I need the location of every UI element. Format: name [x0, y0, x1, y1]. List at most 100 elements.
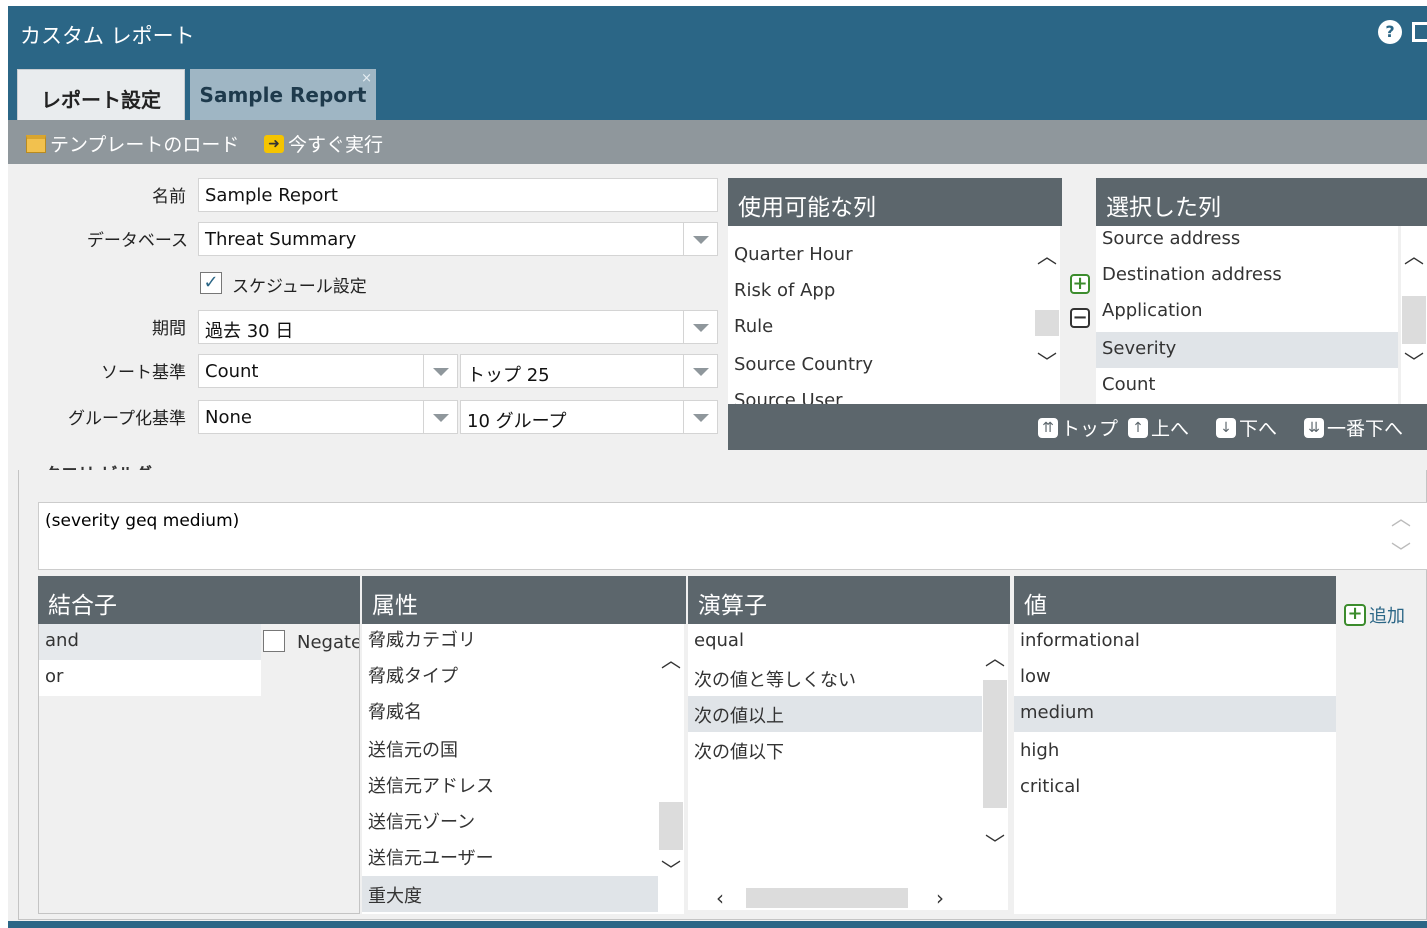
list-item[interactable]: Application	[1096, 294, 1398, 330]
group-select[interactable]: None	[198, 400, 424, 434]
list-item[interactable]: 脅威タイプ	[362, 656, 658, 692]
chevron-down-icon[interactable]: ﹀	[1037, 352, 1057, 372]
list-item[interactable]: 送信元アドレス	[362, 766, 658, 802]
list-item[interactable]: Risk of App	[728, 274, 841, 310]
negate-label: Negate	[297, 632, 360, 653]
sort-select[interactable]: Count	[198, 354, 424, 388]
list-item[interactable]: 次の値と等しくない	[688, 660, 982, 696]
list-item-selected[interactable]: 重大度	[362, 876, 658, 912]
value-list[interactable]: informational low medium high critical	[1014, 624, 1336, 914]
list-item-selected[interactable]: Severity	[1096, 332, 1398, 368]
database-select[interactable]: Threat Summary	[198, 222, 684, 256]
selected-columns-scrollbar[interactable]: ︿ ﹀	[1401, 226, 1427, 404]
maximize-icon[interactable]	[1412, 22, 1427, 42]
move-up-icon: ↑	[1128, 417, 1148, 438]
list-item-selected[interactable]: 次の値以上	[688, 696, 982, 732]
close-icon[interactable]: ×	[361, 71, 372, 86]
chevron-right-icon[interactable]: ›	[936, 886, 944, 910]
list-item[interactable]: or	[39, 660, 261, 696]
add-button[interactable]: + 追加	[1344, 602, 1405, 628]
scroll-thumb[interactable]	[983, 680, 1007, 808]
operator-scrollbar[interactable]: ︿ ﹀	[982, 624, 1008, 884]
chevron-down-icon[interactable]: ﹀	[985, 834, 1005, 854]
attribute-scrollbar[interactable]: ︿ ﹀	[658, 624, 684, 914]
scroll-thumb[interactable]	[1402, 296, 1426, 344]
move-top-button[interactable]: ⇈ トップ	[1038, 414, 1118, 441]
chevron-down-icon[interactable]: ﹀	[661, 860, 681, 880]
list-item-selected[interactable]: and	[39, 624, 261, 660]
list-item[interactable]: Source address	[1096, 226, 1398, 258]
chevron-up-icon[interactable]: ︿	[1037, 246, 1057, 266]
chevron-down-icon[interactable]	[684, 222, 718, 256]
chevron-down-icon[interactable]	[684, 354, 718, 388]
query-scrollbar[interactable]: ︿ ﹀	[1388, 504, 1414, 568]
name-input[interactable]: Sample Report	[198, 178, 718, 212]
schedule-label: スケジュール設定	[232, 277, 367, 297]
chevron-up-icon[interactable]: ︿	[1404, 246, 1424, 266]
toolbar: テンプレートのロード ➜ 今すぐ実行	[8, 120, 1427, 164]
move-down-icon: ↓	[1216, 417, 1236, 438]
scroll-thumb[interactable]	[1035, 310, 1059, 336]
list-item[interactable]: 送信元ゾーン	[362, 802, 658, 838]
load-template-button[interactable]: テンプレートのロード	[26, 130, 239, 157]
run-now-button[interactable]: ➜ 今すぐ実行	[264, 130, 383, 157]
list-item[interactable]: Quarter Hour	[728, 238, 859, 274]
folder-icon	[26, 134, 46, 153]
list-item[interactable]: 脅威名	[362, 692, 658, 728]
list-item[interactable]: 次の値以下	[688, 732, 982, 768]
group-count-select[interactable]: 10 グループ	[460, 400, 684, 434]
negate-checkbox[interactable]	[263, 630, 285, 652]
scroll-thumb[interactable]	[746, 888, 908, 908]
form-area: 名前 Sample Report データベース Threat Summary ✓…	[8, 164, 1427, 928]
list-item[interactable]: 送信元ユーザー	[362, 838, 658, 874]
name-label: 名前	[152, 187, 186, 207]
chevron-up-icon[interactable]: ︿	[661, 650, 681, 670]
chevron-down-icon[interactable]: ﹀	[1391, 542, 1411, 562]
list-item[interactable]: low	[1014, 660, 1336, 696]
list-item-selected[interactable]: medium	[1014, 696, 1336, 732]
operator-hscrollbar[interactable]: ‹ ›	[688, 884, 1008, 910]
chevron-down-icon[interactable]	[684, 400, 718, 434]
chevron-up-icon[interactable]: ︿	[985, 648, 1005, 668]
chevron-down-icon[interactable]	[424, 354, 458, 388]
report-settings-panel: テンプレートのロード ➜ 今すぐ実行 名前 Sample Report データベ…	[8, 120, 1427, 928]
list-item[interactable]: Rule	[728, 310, 779, 346]
operator-list[interactable]: equal 次の値と等しくない 次の値以上 次の値以下	[688, 624, 982, 884]
chevron-down-icon[interactable]: ﹀	[1404, 352, 1424, 372]
list-item[interactable]: Source Country	[728, 348, 879, 384]
title-bar: カスタム レポート ?	[8, 6, 1427, 64]
connector-list[interactable]: and or Negate	[38, 624, 360, 914]
chevron-up-icon[interactable]: ︿	[1391, 508, 1411, 528]
schedule-checkbox[interactable]: ✓	[200, 272, 222, 294]
attribute-list[interactable]: 脅威カテゴリ 脅威タイプ 脅威名 送信元の国 送信元アドレス 送信元ゾーン 送信…	[362, 624, 658, 914]
help-icon[interactable]: ?	[1378, 20, 1402, 44]
list-item[interactable]: informational	[1014, 624, 1336, 660]
list-item[interactable]: Source User	[728, 384, 849, 404]
period-select[interactable]: 過去 30 日	[198, 310, 684, 344]
scroll-thumb[interactable]	[659, 802, 683, 850]
list-item[interactable]: critical	[1014, 770, 1336, 806]
available-columns-list[interactable]: Quarter Hour Risk of App Rule Source Cou…	[728, 226, 1034, 404]
list-item[interactable]: high	[1014, 734, 1336, 770]
list-item[interactable]: Destination address	[1096, 258, 1398, 294]
list-item[interactable]: 送信元の国	[362, 730, 658, 766]
available-columns-scrollbar[interactable]: ︿ ﹀	[1034, 226, 1060, 404]
query-input[interactable]: (severity geq medium)	[38, 502, 1427, 570]
chevron-left-icon[interactable]: ‹	[716, 886, 724, 910]
add-column-icon[interactable]: +	[1070, 274, 1090, 294]
list-item[interactable]: equal	[688, 624, 982, 660]
tab-sample-report[interactable]: Sample Report ×	[190, 69, 376, 121]
move-down-button[interactable]: ↓ 下へ	[1216, 414, 1277, 441]
list-item[interactable]: 脅威カテゴリ	[362, 624, 658, 656]
tab-report-settings[interactable]: レポート設定	[17, 69, 185, 121]
sort-top-select[interactable]: トップ 25	[460, 354, 684, 388]
move-up-button[interactable]: ↑ 上へ	[1128, 414, 1189, 441]
add-label: 追加	[1369, 606, 1405, 627]
chevron-down-icon[interactable]	[424, 400, 458, 434]
move-bottom-button[interactable]: ⇊ 一番下へ	[1304, 414, 1403, 441]
run-now-label: 今すぐ実行	[288, 134, 384, 156]
chevron-down-icon[interactable]	[684, 310, 718, 344]
selected-columns-list[interactable]: Source address Destination address Appli…	[1096, 226, 1398, 404]
remove-column-icon[interactable]: −	[1070, 308, 1090, 328]
list-item[interactable]: Count	[1096, 368, 1398, 404]
